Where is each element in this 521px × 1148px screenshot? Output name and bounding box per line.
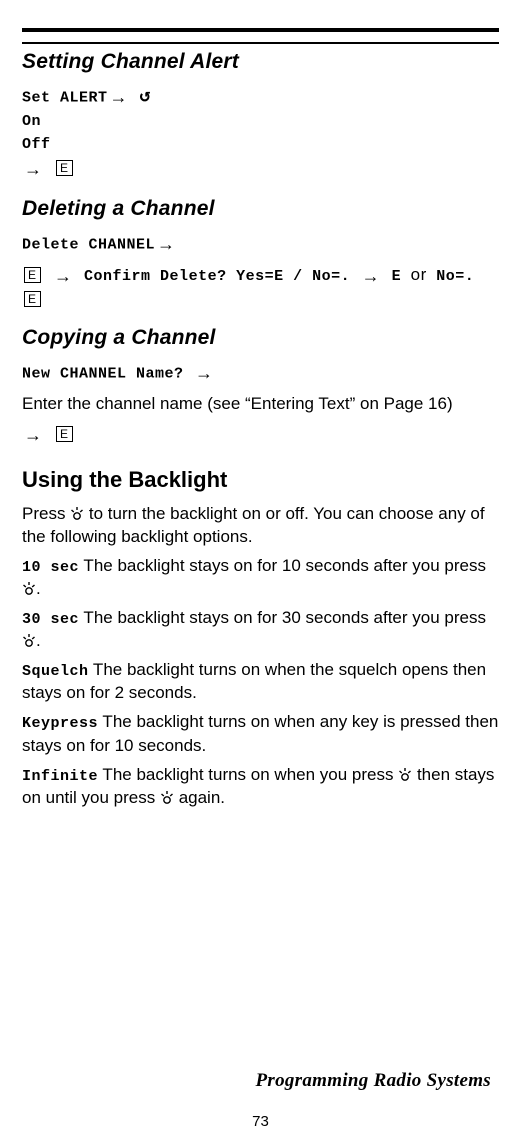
backlight-opt-30sec: 30 sec The backlight stays on for 30 sec… [22, 607, 499, 653]
backlight-opt-infinite: Infinite The backlight turns on when you… [22, 764, 499, 810]
copying-channel-instruction: Enter the channel name (see “Entering Te… [22, 393, 499, 416]
inf-a: The backlight turns on when you press [98, 765, 398, 784]
option-on: On [22, 111, 499, 134]
heading-setting-channel-alert: Setting Channel Alert [22, 50, 499, 74]
option-off: Off [22, 134, 499, 157]
arrow-icon: → [54, 263, 73, 290]
footer-section-title: Programming Radio Systems [255, 1070, 491, 1092]
backlight-opt-10sec: 10 sec The backlight stays on for 10 sec… [22, 555, 499, 601]
inf-c: again. [174, 788, 225, 807]
arrow-icon: → [362, 263, 381, 290]
e-key-icon: E [24, 291, 41, 307]
intro-a: Press [22, 504, 70, 523]
arrow-icon: → [157, 231, 176, 258]
copying-channel-block: New CHANNEL Name? → Enter the channel na… [22, 360, 499, 449]
opt-label: 30 sec [22, 611, 79, 628]
light-icon [160, 791, 174, 805]
delete-channel-label: Delete CHANNEL [22, 236, 155, 253]
arrow-icon: → [110, 84, 129, 111]
e-key-icon: E [56, 160, 73, 176]
backlight-opt-squelch: Squelch The backlight turns on when the … [22, 659, 499, 705]
heading-using-backlight: Using the Backlight [22, 467, 499, 493]
light-icon [22, 634, 36, 648]
intro-b: to turn the backlight on or off. You can… [22, 504, 485, 546]
set-alert-label: Set ALERT [22, 89, 108, 106]
arrow-icon: → [24, 156, 43, 183]
page-number: 73 [0, 1113, 521, 1130]
light-icon [398, 768, 412, 782]
backlight-opt-keypress: Keypress The backlight turns on when any… [22, 711, 499, 757]
or-word: or [411, 265, 427, 284]
arrow-icon: → [24, 422, 43, 449]
opt-text-a: The backlight turns on when the squelch … [22, 660, 486, 702]
opt-label: Infinite [22, 768, 98, 785]
reload-icon: ↺ [140, 84, 151, 111]
opt-label: Squelch [22, 663, 89, 680]
heading-copying-channel: Copying a Channel [22, 326, 499, 350]
light-icon [22, 582, 36, 596]
deleting-channel-block: Delete CHANNEL→ E → Confirm Delete? Yes=… [22, 231, 499, 312]
heading-deleting-channel: Deleting a Channel [22, 197, 499, 221]
opt-label: 10 sec [22, 559, 79, 576]
setting-channel-alert-block: Set ALERT→ ↺ On Off → E [22, 84, 499, 183]
new-channel-name-label: New CHANNEL Name? [22, 366, 184, 383]
opt-text-a: The backlight stays on for 30 seconds af… [79, 608, 486, 627]
opt-text-a: The backlight stays on for 10 seconds af… [79, 556, 486, 575]
top-rule-thin [22, 42, 499, 44]
arrow-icon: → [195, 360, 214, 387]
backlight-intro: Press to turn the backlight on or off. Y… [22, 503, 499, 549]
light-icon [70, 507, 84, 521]
e-key-icon: E [24, 267, 41, 283]
opt-label: Keypress [22, 715, 98, 732]
confirm-delete-text: Confirm Delete? Yes=E / No=. [84, 268, 350, 285]
confirm-no: No=. [436, 268, 474, 285]
confirm-yes: E [392, 268, 402, 285]
e-key-icon: E [56, 426, 73, 442]
top-rule-thick [22, 28, 499, 32]
opt-text-b: . [36, 579, 41, 598]
opt-text-b: . [36, 631, 41, 650]
